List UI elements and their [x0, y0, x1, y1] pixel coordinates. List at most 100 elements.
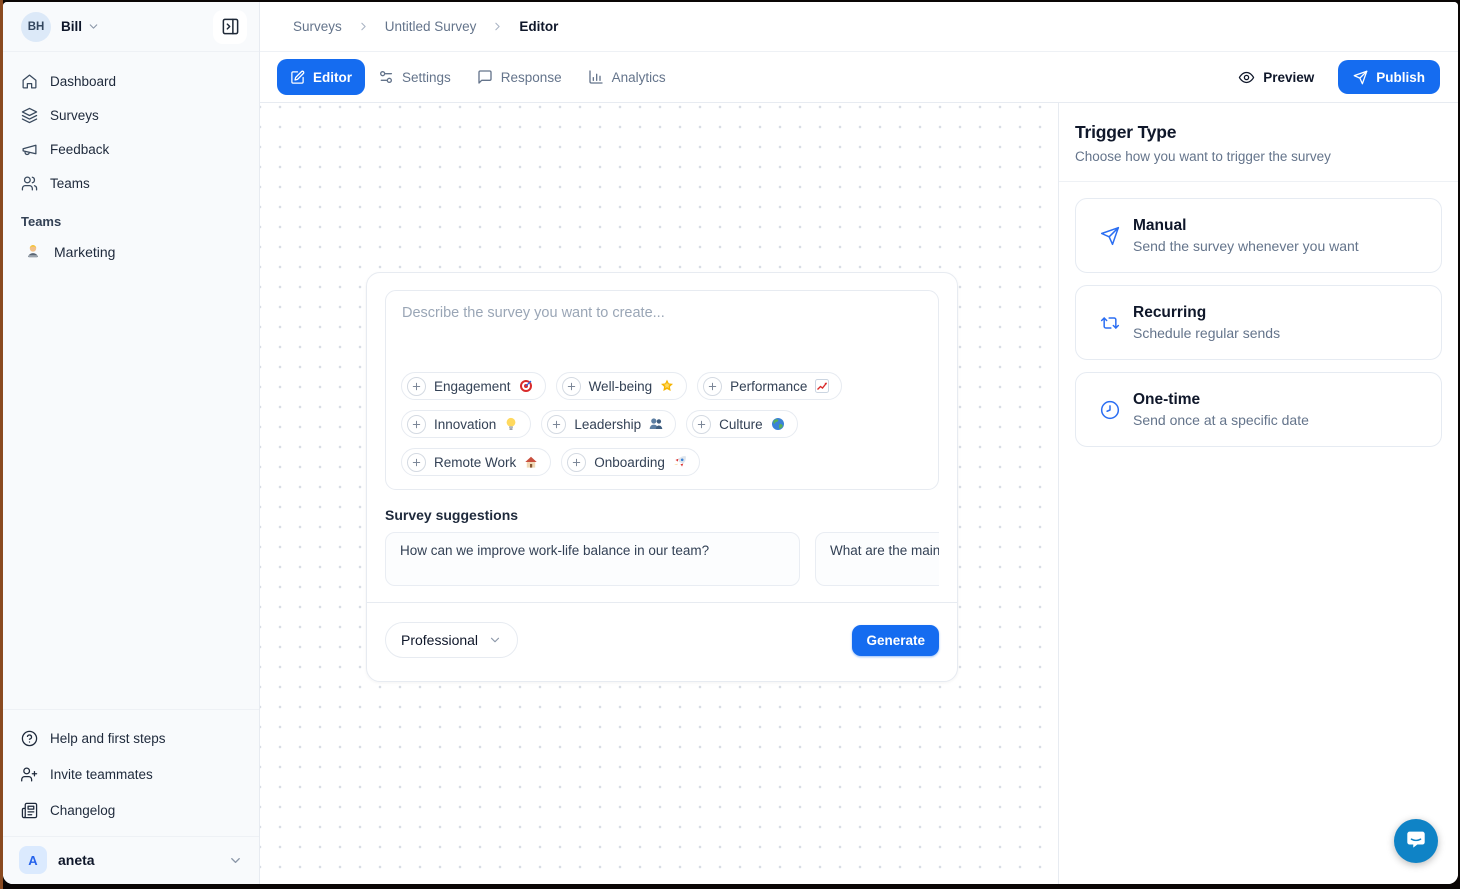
account-menu[interactable]: A aneta	[3, 836, 259, 884]
plus-icon	[407, 415, 426, 434]
footer-item-label: Invite teammates	[50, 767, 153, 782]
sidebar-footer: Help and first steps Invite teammates Ch…	[3, 709, 259, 884]
toolbar-actions: Preview Publish	[1228, 60, 1440, 94]
generate-button[interactable]: Generate	[852, 625, 939, 656]
chip-label: Performance	[730, 379, 807, 394]
sidebar-item-label: Teams	[50, 176, 90, 191]
preview-label: Preview	[1263, 70, 1314, 85]
tab-label: Settings	[402, 70, 451, 85]
chip-onboarding[interactable]: Onboarding	[561, 448, 700, 476]
chevron-right-icon	[491, 20, 504, 33]
publish-button[interactable]: Publish	[1338, 60, 1440, 94]
tab-label: Analytics	[612, 70, 666, 85]
topic-chips: Engagement Well-being Performance	[386, 372, 938, 489]
chip-leadership[interactable]: Leadership	[541, 410, 676, 438]
composer-footer: Professional Generate	[367, 602, 957, 664]
plus-icon	[703, 377, 722, 396]
suggestions-title: Survey suggestions	[385, 507, 939, 523]
tab-response[interactable]: Response	[464, 59, 575, 95]
trigger-option-description: Send once at a specific date	[1133, 412, 1309, 428]
trigger-option-texts: Manual Send the survey whenever you want	[1133, 217, 1359, 254]
app-window: BH Bill Dashboard Surv	[3, 2, 1458, 884]
sidebar-toggle-button[interactable]	[213, 10, 247, 44]
newspaper-icon	[21, 802, 38, 819]
chevron-right-icon	[357, 20, 370, 33]
sidebar-item-dashboard[interactable]: Dashboard	[11, 64, 251, 98]
intercom-chat-icon	[1405, 828, 1427, 855]
tab-settings[interactable]: Settings	[365, 59, 464, 95]
sidebar-section-teams: Teams	[11, 200, 251, 233]
chip-label: Well-being	[589, 379, 653, 394]
glowing-star-emoji-icon	[660, 379, 674, 393]
chip-remote-work[interactable]: Remote Work	[401, 448, 551, 476]
megaphone-icon	[21, 141, 38, 158]
trigger-option-texts: Recurring Schedule regular sends	[1133, 304, 1280, 341]
suggestion-card[interactable]: How can we improve work-life balance in …	[385, 532, 800, 586]
footer-item-label: Help and first steps	[50, 731, 166, 746]
sidebar-item-feedback[interactable]: Feedback	[11, 132, 251, 166]
chip-label: Innovation	[434, 417, 496, 432]
chart-increasing-emoji-icon	[815, 379, 829, 393]
sidebar-item-invite[interactable]: Invite teammates	[11, 756, 251, 792]
layers-icon	[21, 107, 38, 124]
dart-emoji-icon	[519, 379, 533, 393]
clock-icon	[1100, 400, 1120, 420]
team-label: Marketing	[54, 244, 115, 260]
chip-performance[interactable]: Performance	[697, 372, 842, 400]
sidebar-item-label: Dashboard	[50, 74, 116, 89]
chip-well-being[interactable]: Well-being	[556, 372, 688, 400]
footer-item-label: Changelog	[50, 803, 115, 818]
survey-composer-card: Engagement Well-being Performance	[366, 272, 958, 682]
suggestion-card[interactable]: What are the main ob	[815, 532, 939, 586]
trigger-option-manual[interactable]: Manual Send the survey whenever you want	[1075, 198, 1442, 273]
tab-label: Response	[501, 70, 562, 85]
panel-toggle-icon	[221, 17, 240, 36]
sliders-icon	[378, 69, 394, 85]
trigger-option-title: Manual	[1133, 217, 1359, 235]
plus-icon	[692, 415, 711, 434]
survey-prompt-box: Engagement Well-being Performance	[385, 290, 939, 490]
tone-select[interactable]: Professional	[385, 622, 518, 658]
chevron-down-icon	[488, 633, 502, 647]
breadcrumb-surveys[interactable]: Surveys	[293, 19, 342, 34]
sidebar-item-surveys[interactable]: Surveys	[11, 98, 251, 132]
plus-icon	[562, 377, 581, 396]
breadcrumb-untitled-survey[interactable]: Untitled Survey	[385, 19, 477, 34]
plus-icon	[567, 453, 586, 472]
trigger-option-one-time[interactable]: One-time Send once at a specific date	[1075, 372, 1442, 447]
tab-editor[interactable]: Editor	[277, 59, 365, 95]
square-pen-icon	[290, 70, 305, 85]
breadcrumb-editor: Editor	[519, 19, 558, 34]
home-icon	[21, 73, 38, 90]
sidebar-item-teams[interactable]: Teams	[11, 166, 251, 200]
chip-culture[interactable]: Culture	[686, 410, 798, 438]
sidebar-item-changelog[interactable]: Changelog	[11, 792, 251, 828]
chart-column-icon	[588, 69, 604, 85]
chip-innovation[interactable]: Innovation	[401, 410, 531, 438]
plus-icon	[407, 453, 426, 472]
account-name: aneta	[58, 852, 95, 868]
sidebar-item-marketing[interactable]: Marketing	[11, 233, 251, 271]
sidebar-item-help[interactable]: Help and first steps	[11, 720, 251, 756]
trigger-option-recurring[interactable]: Recurring Schedule regular sends	[1075, 285, 1442, 360]
tab-analytics[interactable]: Analytics	[575, 59, 679, 95]
preview-button[interactable]: Preview	[1228, 60, 1324, 94]
survey-prompt-input[interactable]	[386, 291, 938, 372]
workspace-avatar: BH	[21, 12, 51, 42]
busts-emoji-icon	[649, 417, 663, 431]
trigger-options: Manual Send the survey whenever you want…	[1059, 182, 1458, 463]
chip-label: Culture	[719, 417, 763, 432]
tab-label: Editor	[313, 70, 352, 85]
sidebar: BH Bill Dashboard Surv	[3, 2, 260, 884]
repeat-icon	[1100, 313, 1120, 333]
chip-engagement[interactable]: Engagement	[401, 372, 546, 400]
send-icon	[1100, 226, 1120, 246]
light-bulb-emoji-icon	[504, 417, 518, 431]
trigger-option-description: Schedule regular sends	[1133, 325, 1280, 341]
chat-launcher-button[interactable]	[1394, 819, 1438, 863]
suggestions-row: How can we improve work-life balance in …	[385, 532, 939, 586]
chip-label: Leadership	[574, 417, 641, 432]
plus-icon	[407, 377, 426, 396]
sidebar-item-label: Surveys	[50, 108, 99, 123]
workspace-switcher[interactable]: BH Bill	[3, 2, 259, 52]
